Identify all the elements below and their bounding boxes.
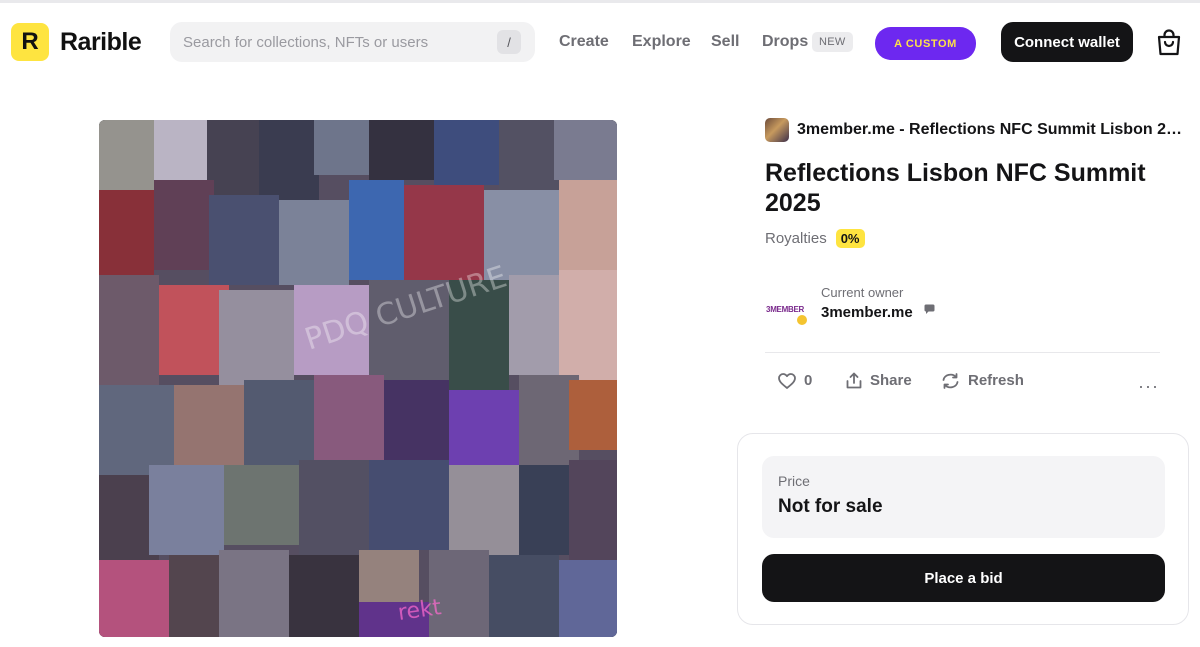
collection-name: 3member.me - Reflections NFC Summit Lisb…	[797, 121, 1185, 138]
shopping-bag-icon[interactable]	[1154, 27, 1184, 57]
current-owner-section: 3MEMBER Current owner 3member.me	[765, 283, 1160, 343]
owner-avatar-logo: 3MEMBER	[766, 304, 804, 314]
connect-wallet-button[interactable]: Connect wallet	[1001, 22, 1133, 62]
logo-mark: R	[11, 23, 49, 61]
nav-sell[interactable]: Sell	[711, 33, 739, 51]
owner-name-link[interactable]: 3member.me	[821, 304, 913, 321]
section-divider	[765, 352, 1160, 353]
drops-new-badge: NEW	[812, 32, 853, 52]
share-button[interactable]: Share	[846, 372, 912, 389]
price-value: Not for sale	[778, 496, 883, 517]
nft-title: Reflections Lisbon NFC Summit 2025	[765, 159, 1146, 217]
chat-icon[interactable]	[924, 304, 935, 314]
verified-badge-icon	[795, 313, 809, 327]
nav-explore[interactable]: Explore	[632, 33, 691, 51]
like-button[interactable]: 0	[778, 372, 812, 389]
rarible-logo[interactable]: R Rarible	[11, 23, 142, 61]
price-card: Price Not for sale Place a bid	[737, 433, 1189, 625]
custom-promo-button[interactable]: A CUSTOM	[875, 27, 976, 60]
price-label: Price	[778, 473, 810, 489]
search-shortcut-key: /	[497, 30, 521, 54]
collection-link[interactable]: 3member.me - Reflections NFC Summit Lisb…	[765, 118, 1185, 142]
owner-label: Current owner	[821, 285, 904, 300]
site-header: R Rarible / Create Explore Sell Drops NE…	[0, 3, 1200, 81]
refresh-icon	[942, 372, 959, 389]
action-bar: 0 Share Refresh ···	[765, 372, 1160, 398]
nav-create[interactable]: Create	[559, 33, 609, 51]
price-box: Price Not for sale	[762, 456, 1165, 538]
nft-artwork-image[interactable]: PDQ CULTURE rekt	[99, 120, 617, 637]
refresh-button[interactable]: Refresh	[941, 372, 1024, 389]
search-input[interactable]	[183, 33, 483, 51]
collection-avatar	[765, 118, 789, 142]
logo-text: Rarible	[60, 27, 142, 56]
like-count: 0	[804, 372, 813, 389]
share-label: Share	[870, 372, 912, 389]
search-bar[interactable]: /	[170, 22, 535, 62]
collage-image: PDQ CULTURE rekt	[99, 120, 617, 637]
royalties-row: Royalties 0%	[765, 229, 865, 248]
refresh-label: Refresh	[968, 372, 1024, 389]
nav-drops[interactable]: Drops	[762, 33, 808, 51]
royalties-label: Royalties	[765, 230, 827, 247]
more-options-icon[interactable]: ···	[1138, 376, 1159, 397]
heart-icon	[778, 372, 796, 389]
share-icon	[846, 372, 862, 389]
royalties-value-badge: 0%	[835, 229, 865, 248]
place-bid-button[interactable]: Place a bid	[762, 554, 1165, 602]
